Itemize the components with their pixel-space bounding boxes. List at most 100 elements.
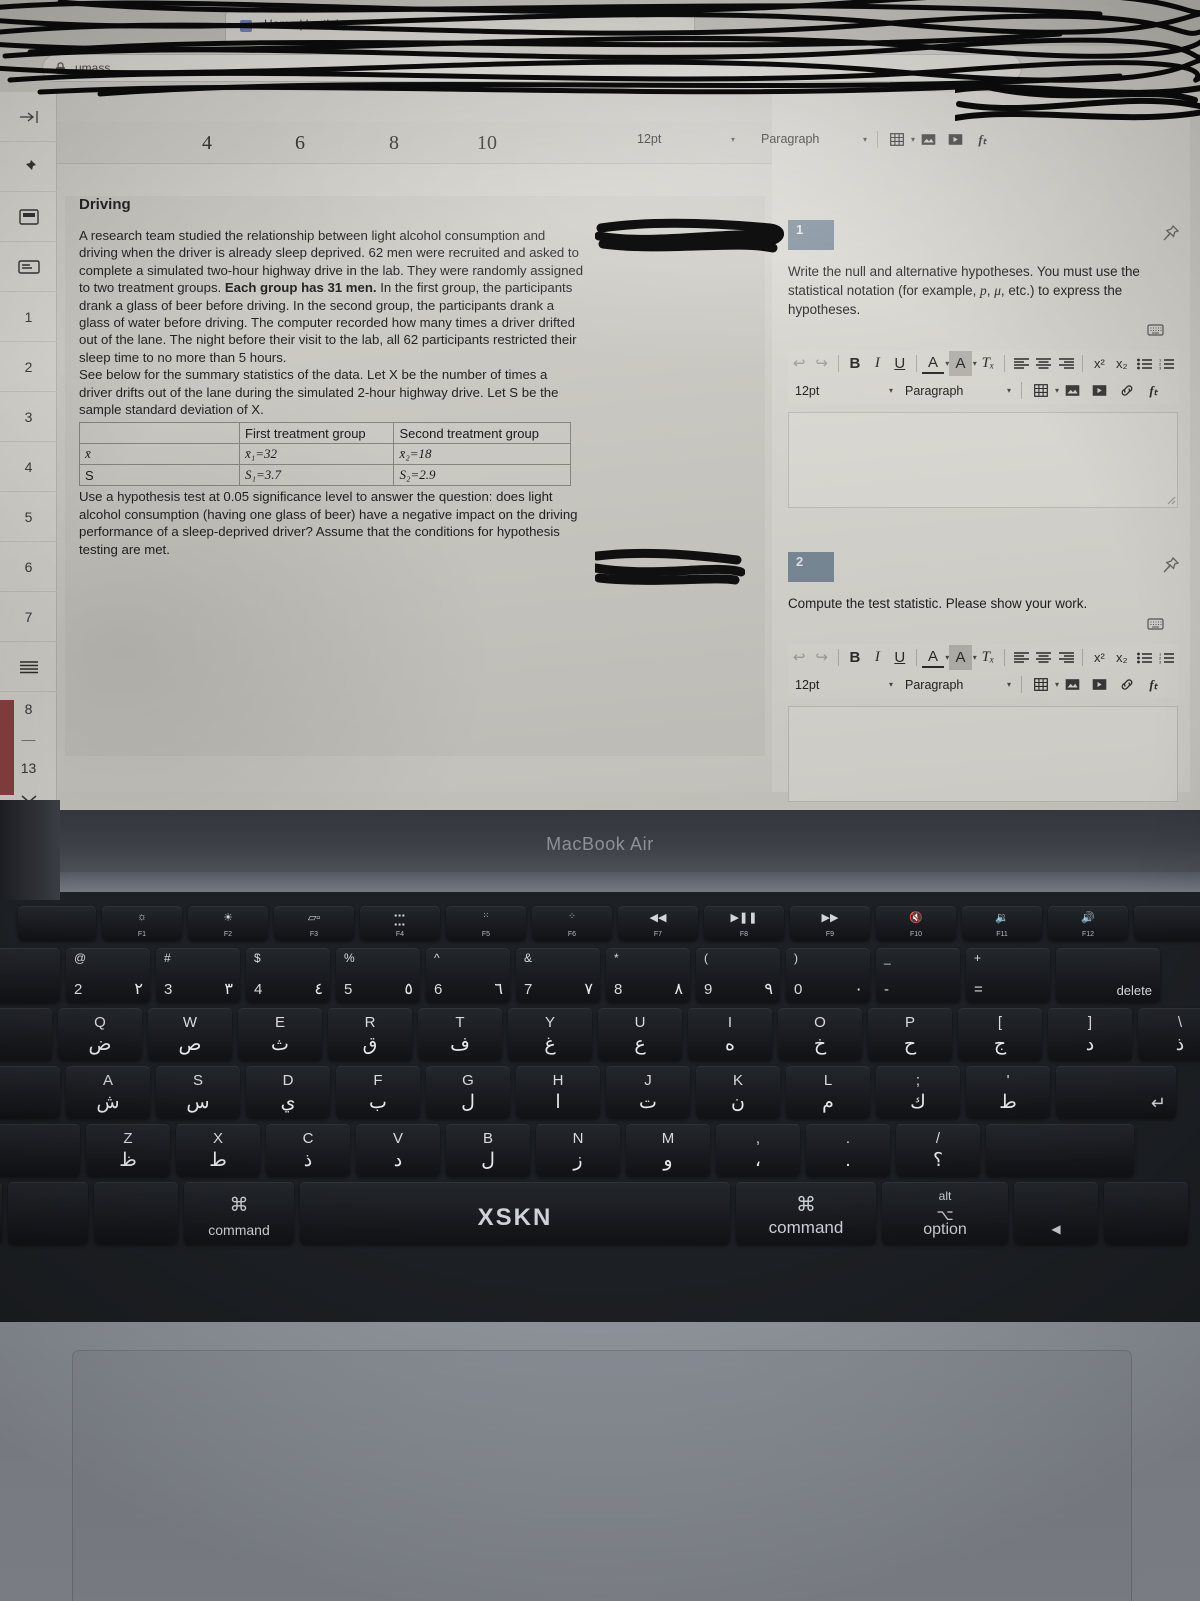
formula-button[interactable]: fₜ (1140, 378, 1167, 403)
paragraph-style-select[interactable]: Paragraph ▾ (898, 379, 1016, 402)
key-m[interactable]: M و (626, 1124, 710, 1176)
key-f8[interactable]: ▶❚❚ F8 (704, 906, 784, 940)
key-8[interactable]: ( 9 ٩ (696, 948, 780, 1002)
key-y[interactable]: Y غ (508, 1008, 592, 1060)
key-x[interactable]: X ط (176, 1124, 260, 1176)
sidebar-item-collapse[interactable] (0, 92, 57, 142)
align-center-button[interactable] (1032, 351, 1054, 376)
top-paragraph-style-select[interactable]: Paragraph ▾ (754, 128, 872, 151)
superscript-button[interactable]: x² (1088, 351, 1110, 376)
key-s[interactable]: S س (156, 1066, 240, 1118)
key-option-left[interactable] (94, 1182, 178, 1244)
key-semicolon[interactable]: ; ك (876, 1066, 960, 1118)
pin-icon[interactable] (1161, 556, 1180, 575)
keyboard-icon[interactable] (1147, 323, 1164, 336)
align-right-button[interactable] (1055, 351, 1077, 376)
superscript-button[interactable]: x² (1088, 645, 1110, 670)
align-right-button[interactable] (1055, 645, 1077, 670)
align-center-button[interactable] (1032, 645, 1054, 670)
resize-handle-icon[interactable] (1167, 496, 1176, 505)
keyboard-icon[interactable] (1147, 617, 1164, 630)
key-power[interactable] (1134, 906, 1200, 940)
top-insert-image-button[interactable] (915, 127, 942, 152)
sidebar-item-lines[interactable] (0, 642, 57, 692)
key-f3[interactable]: ▱▫ F3 (274, 906, 354, 940)
underline-button[interactable]: U (889, 645, 911, 670)
key-delete[interactable]: delete (1056, 948, 1160, 1002)
key-space[interactable]: XSKN (300, 1182, 730, 1244)
clear-format-button[interactable]: Tₓ (977, 351, 999, 376)
key-fn[interactable] (0, 1182, 2, 1244)
insert-image-button[interactable] (1059, 378, 1086, 403)
key-i[interactable]: I ه (688, 1008, 772, 1060)
key-f2[interactable]: ☀ F2 (188, 906, 268, 940)
key-period[interactable]: . . (806, 1124, 890, 1176)
answer-editor-1[interactable] (788, 412, 1178, 508)
key-f11[interactable]: 🔉 F11 (962, 906, 1042, 940)
text-color-button[interactable]: A (921, 648, 945, 668)
italic-button[interactable]: I (866, 645, 888, 670)
key-f6[interactable]: ⁘ F6 (532, 906, 612, 940)
key-bracket-right[interactable]: ] د (1048, 1008, 1132, 1060)
bullet-list-button[interactable] (1133, 351, 1155, 376)
top-insert-video-button[interactable] (942, 127, 969, 152)
key-return[interactable]: ↵ (1056, 1066, 1176, 1118)
address-bar[interactable]: umass... (42, 54, 1022, 82)
key-g[interactable]: G ل (426, 1066, 510, 1118)
key-h[interactable]: H ا (516, 1066, 600, 1118)
font-size-select[interactable]: 12pt ▾ (788, 673, 898, 696)
key-comma[interactable]: , ، (716, 1124, 800, 1176)
key-c[interactable]: C ذ (266, 1124, 350, 1176)
key-z[interactable]: Z ظ (86, 1124, 170, 1176)
key-p[interactable]: P ح (868, 1008, 952, 1060)
insert-video-button[interactable] (1086, 378, 1113, 403)
key-f[interactable]: F ب (336, 1066, 420, 1118)
key-5[interactable]: ^ 6 ٦ (426, 948, 510, 1002)
sidebar-item-page-3[interactable]: 3 (0, 392, 57, 442)
bullet-list-button[interactable] (1133, 645, 1155, 670)
redo-button[interactable]: ↪ (810, 645, 832, 670)
key-f1[interactable]: ☼ F1 (102, 906, 182, 940)
top-font-size-select[interactable]: 12pt ▾ (630, 128, 740, 151)
sidebar-item-page-5[interactable]: 5 (0, 492, 57, 542)
key-k[interactable]: K ن (696, 1066, 780, 1118)
key-d[interactable]: D ي (246, 1066, 330, 1118)
top-insert-table-button[interactable] (883, 127, 910, 152)
text-color-button[interactable]: A (921, 354, 945, 374)
key-j[interactable]: J ت (606, 1066, 690, 1118)
key-w[interactable]: W ص (148, 1008, 232, 1060)
highlight-button[interactable]: A (949, 351, 972, 376)
numbered-list-button[interactable]: 123 (1155, 645, 1177, 670)
key-e[interactable]: E ث (238, 1008, 322, 1060)
key-capslock[interactable] (0, 1066, 60, 1118)
sidebar-item-page-7[interactable]: 7 (0, 592, 57, 642)
bold-button[interactable]: B (844, 351, 866, 376)
key-minus[interactable]: _ - (876, 948, 960, 1002)
undo-button[interactable]: ↩ (788, 351, 810, 376)
font-size-select[interactable]: 12pt ▾ (788, 379, 898, 402)
insert-table-button[interactable] (1027, 672, 1054, 697)
key-bracket-left[interactable]: [ ج (958, 1008, 1042, 1060)
key-esc[interactable] (18, 906, 96, 940)
key-option-right[interactable]: alt ⌥ option (882, 1182, 1008, 1244)
key-shift-left[interactable] (0, 1124, 80, 1176)
numbered-list-button[interactable]: 123 (1155, 351, 1177, 376)
key-f12[interactable]: 🔊 F12 (1048, 906, 1128, 940)
key-q[interactable]: Q ض (58, 1008, 142, 1060)
insert-video-button[interactable] (1086, 672, 1113, 697)
subscript-button[interactable]: x₂ (1111, 351, 1133, 376)
key-t[interactable]: T ف (418, 1008, 502, 1060)
key-o[interactable]: O خ (778, 1008, 862, 1060)
italic-button[interactable]: I (866, 351, 888, 376)
key-v[interactable]: V د (356, 1124, 440, 1176)
key-l[interactable]: L م (786, 1066, 870, 1118)
key-command-right[interactable]: ⌘ command (736, 1182, 876, 1244)
underline-button[interactable]: U (889, 351, 911, 376)
sidebar-item-notes[interactable] (0, 242, 57, 292)
key-equals[interactable]: + = (966, 948, 1050, 1002)
insert-link-button[interactable] (1113, 672, 1140, 697)
clear-format-button[interactable]: Tₓ (977, 645, 999, 670)
sidebar-item-page-6[interactable]: 6 (0, 542, 57, 592)
key-arrow-updown[interactable] (1104, 1182, 1188, 1244)
sidebar-item-page-4[interactable]: 4 (0, 442, 57, 492)
